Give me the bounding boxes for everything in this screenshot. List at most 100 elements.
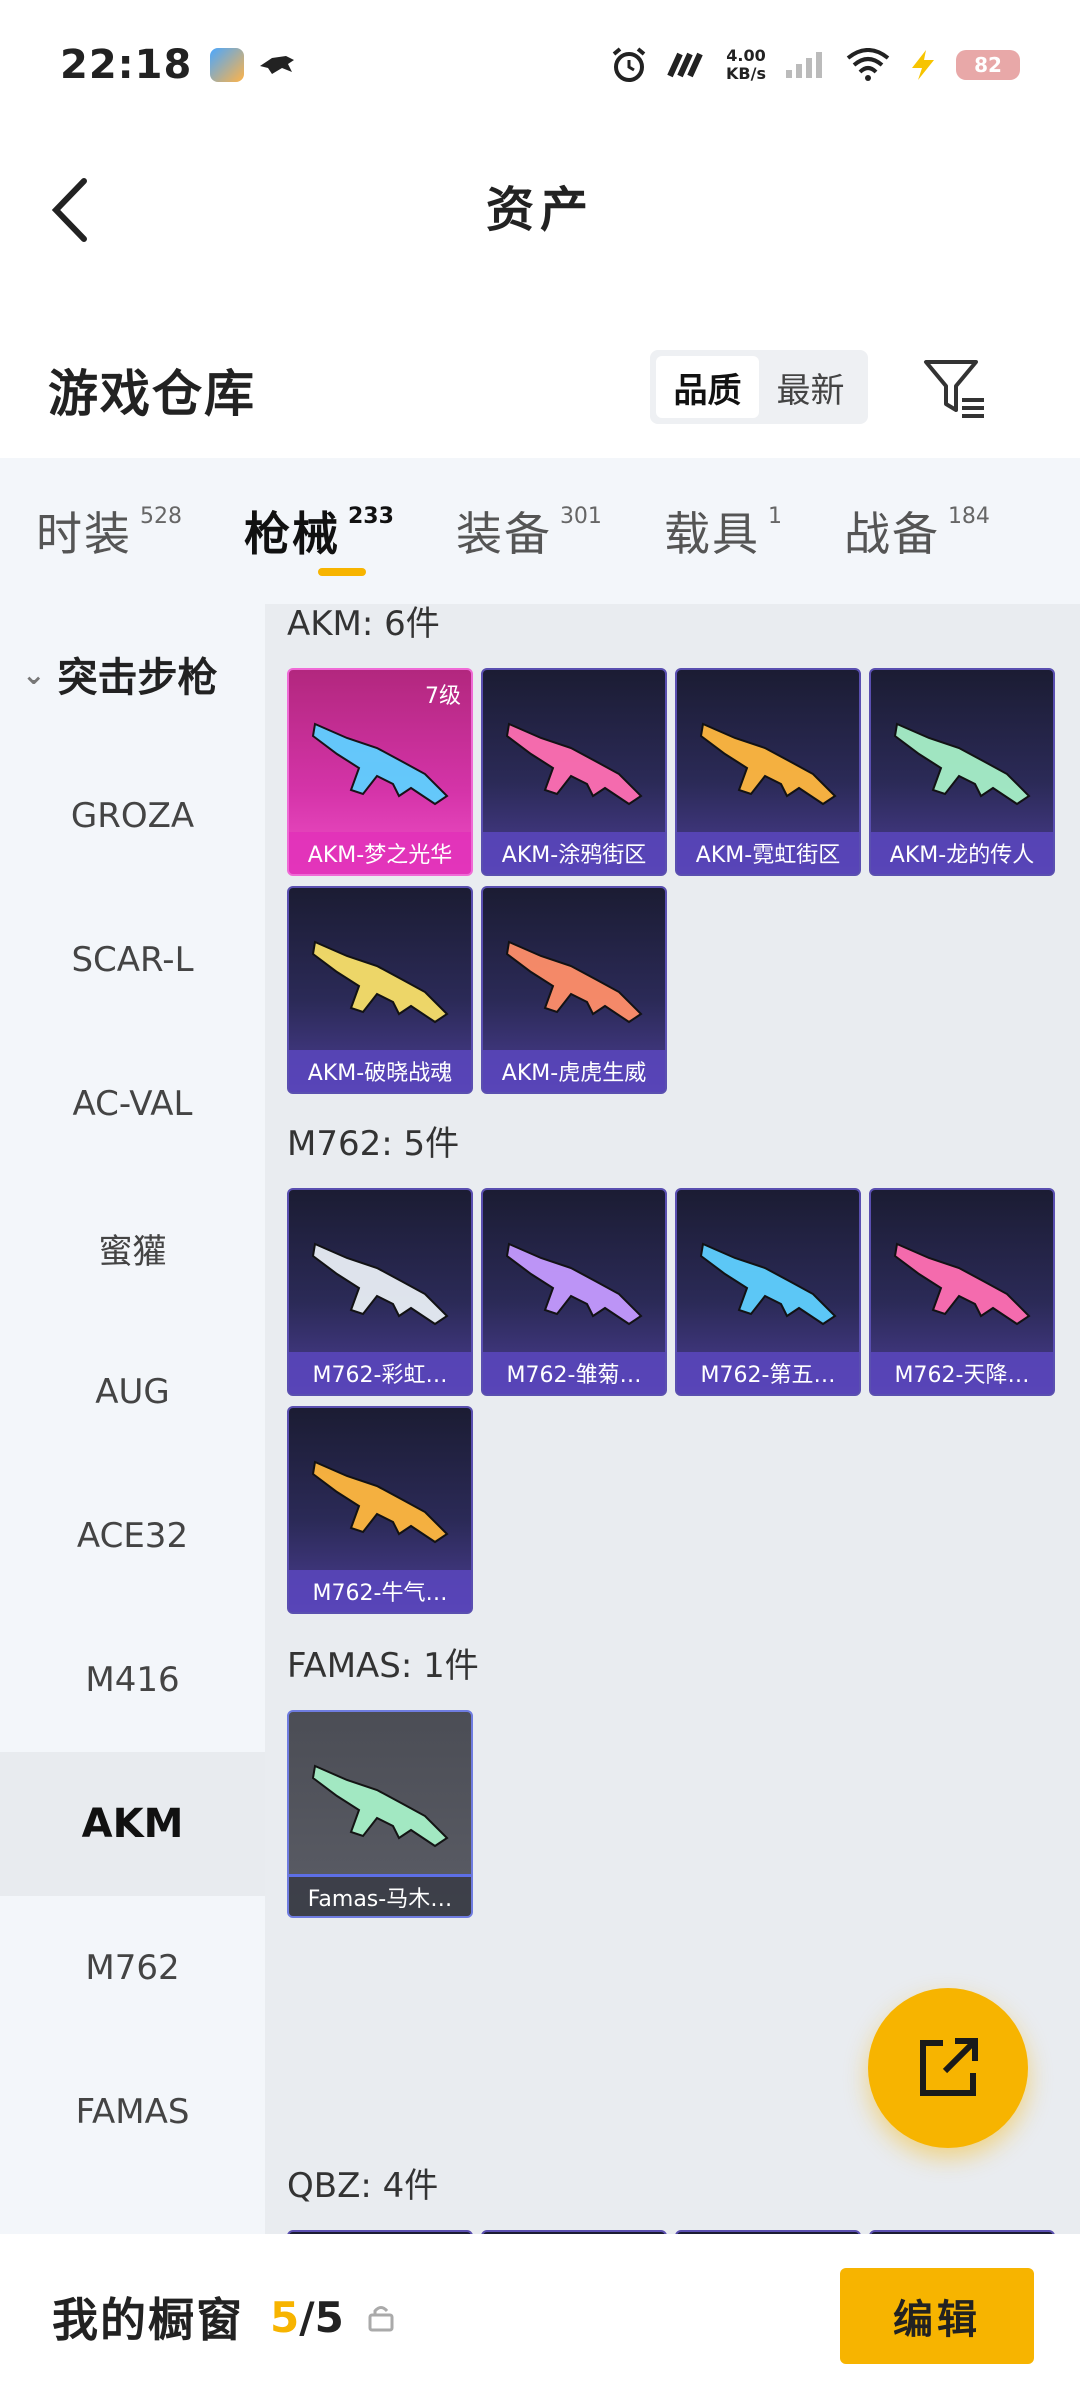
- skin-card[interactable]: Famas-马木…: [287, 1710, 473, 1918]
- charging-icon: [912, 50, 934, 80]
- status-time: 22:18: [60, 42, 193, 88]
- skin-name: AKM-破晓战魂: [289, 1050, 471, 1092]
- sort-toggle: 品质 最新: [650, 350, 868, 424]
- category-tabs: 时装 528 枪械 233 装备 301 载具 1 战备 184: [0, 458, 1080, 604]
- skin-card[interactable]: M762-天降…: [869, 1188, 1055, 1396]
- sort-newest-option[interactable]: 最新: [759, 356, 862, 418]
- group-label: AKM: 6件: [287, 604, 440, 644]
- tab-label: 枪械: [244, 507, 340, 561]
- rifle-icon: [311, 940, 449, 1024]
- alarm-icon: [612, 47, 646, 82]
- skin-card[interactable]: AKM-龙的传人: [869, 668, 1055, 876]
- share-fab-button[interactable]: [868, 1988, 1028, 2148]
- back-button[interactable]: [40, 170, 100, 250]
- group-label: FAMAS: 1件: [287, 1646, 479, 1686]
- showcase-bar: 我的橱窗 5/5 编辑: [0, 2234, 1080, 2400]
- rifle-icon: [505, 1242, 643, 1326]
- page-header: 资产: [0, 130, 1080, 280]
- skin-card[interactable]: AKM-虎虎生威: [481, 886, 667, 1094]
- section-title: 游戏仓库: [48, 365, 256, 423]
- tab-count: 301: [559, 504, 602, 529]
- rifle-icon: [699, 722, 837, 806]
- rifle-icon: [311, 1764, 449, 1848]
- tab-count: 1: [767, 504, 782, 529]
- share-icon: [920, 2038, 978, 2096]
- network-speed: 4.00 KB/s: [726, 46, 766, 83]
- tab-fashion[interactable]: 时装 528: [36, 498, 182, 564]
- tab-combat-supplies[interactable]: 战备 184: [844, 498, 990, 564]
- skin-card[interactable]: AKM-涂鸦街区: [481, 668, 667, 876]
- skin-name: M762-牛气…: [289, 1570, 471, 1612]
- skin-name: AKM-龙的传人: [871, 832, 1053, 874]
- tab-count: 233: [348, 504, 394, 529]
- sidebar-item-aug[interactable]: AUG: [0, 1320, 265, 1464]
- skin-card[interactable]: M762-牛气…: [287, 1406, 473, 1614]
- page-title: 资产: [485, 182, 594, 238]
- sidebar-group-label: 突击步枪: [57, 655, 218, 701]
- skin-level-badge: 7级: [425, 684, 461, 709]
- sidebar-item-ac-val[interactable]: AC-VAL: [0, 1032, 265, 1176]
- filter-icon: [924, 360, 984, 418]
- sidebar-group-assault-rifles[interactable]: ⌄ 突击步枪: [0, 604, 265, 744]
- tab-label: 战备: [843, 507, 940, 561]
- skin-name: M762-天降…: [871, 1352, 1053, 1394]
- active-tab-indicator: [318, 568, 366, 576]
- sidebar-item-m416[interactable]: M416: [0, 1608, 265, 1752]
- tab-label: 载具: [663, 507, 760, 561]
- skin-card[interactable]: 7级 AKM-梦之光华: [287, 668, 473, 876]
- tab-label: 装备: [455, 507, 552, 561]
- showcase-title: 我的橱窗: [52, 2293, 244, 2347]
- skin-card[interactable]: M762-雏菊…: [481, 1188, 667, 1396]
- skin-name: AKM-涂鸦街区: [483, 832, 665, 874]
- tab-equipment[interactable]: 装备 301: [456, 498, 602, 564]
- skin-name: Famas-马木…: [289, 1874, 471, 1916]
- battery-indicator: 82: [956, 50, 1020, 80]
- status-bar: 22:18 4.00 KB/s 82: [0, 0, 1080, 130]
- skin-name: M762-彩虹…: [289, 1352, 471, 1394]
- sidebar-item-m762[interactable]: M762: [0, 1896, 265, 2040]
- sidebar-item-honey-badger[interactable]: 蜜獾: [0, 1176, 265, 1320]
- sidebar-item-scar-l[interactable]: SCAR-L: [0, 888, 265, 1032]
- rifle-icon: [505, 722, 643, 806]
- sort-quality-option[interactable]: 品质: [656, 356, 759, 418]
- carrier-logo-icon: [667, 52, 703, 78]
- skin-card[interactable]: AKM-破晓战魂: [287, 886, 473, 1094]
- chevron-down-icon: ⌄: [22, 657, 46, 691]
- signal-icon: [786, 52, 822, 78]
- rifle-icon: [893, 1242, 1031, 1326]
- sidebar-item-akm[interactable]: AKM: [0, 1752, 265, 1896]
- tab-vehicles[interactable]: 载具 1: [664, 498, 782, 564]
- rifle-icon: [311, 1242, 449, 1326]
- rifle-icon: [311, 722, 449, 806]
- skin-name: AKM-霓虹街区: [677, 832, 859, 874]
- skin-name: AKM-梦之光华: [289, 832, 471, 874]
- rifle-icon: [505, 940, 643, 1024]
- app-notification-icon: [210, 48, 245, 82]
- group-label: M762: 5件: [287, 1124, 460, 1164]
- edit-button[interactable]: 编辑: [840, 2268, 1034, 2364]
- tab-label: 时装: [36, 507, 132, 561]
- skin-card[interactable]: M762-彩虹…: [287, 1188, 473, 1396]
- rifle-icon: [311, 1460, 449, 1544]
- sidebar-item-famas[interactable]: FAMAS: [0, 2040, 265, 2184]
- rifle-icon: [893, 722, 1031, 806]
- tab-count: 528: [140, 504, 182, 529]
- bird-notification-icon: [260, 56, 295, 74]
- skin-name: M762-第五…: [677, 1352, 859, 1394]
- sidebar-item-groza[interactable]: GROZA: [0, 744, 265, 888]
- section-header: 游戏仓库 品质 最新: [0, 330, 1080, 450]
- group-label: QBZ: 4件: [287, 2166, 439, 2206]
- chevron-left-icon: [51, 178, 87, 242]
- skin-card[interactable]: M762-第五…: [675, 1188, 861, 1396]
- skin-name: M762-雏菊…: [483, 1352, 665, 1394]
- filter-button[interactable]: [920, 352, 990, 422]
- skin-card[interactable]: AKM-霓虹街区: [675, 668, 861, 876]
- tab-count: 184: [947, 504, 990, 529]
- lock-icon: [368, 2306, 394, 2332]
- tab-firearms[interactable]: 枪械 233: [244, 498, 394, 564]
- showcase-count: 5/5: [270, 2292, 344, 2342]
- rifle-icon: [699, 1242, 837, 1326]
- weapon-sidebar: ⌄ 突击步枪 GROZA SCAR-L AC-VAL 蜜獾 AUG ACE32 …: [0, 604, 265, 2234]
- sidebar-item-ace32[interactable]: ACE32: [0, 1464, 265, 1608]
- skin-name: AKM-虎虎生威: [483, 1050, 665, 1092]
